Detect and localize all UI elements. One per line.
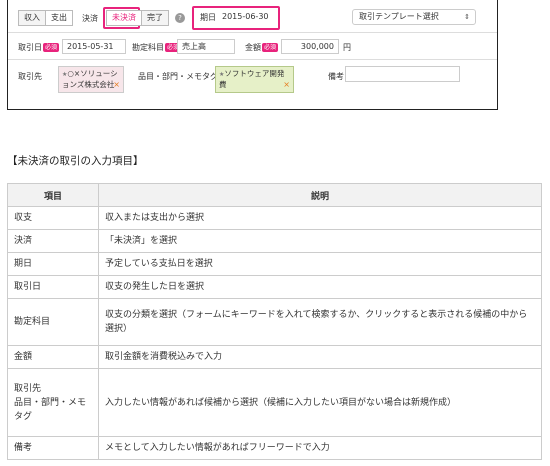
account-label: 勘定科目 必須	[132, 42, 182, 53]
table-cell-description: 予定している支払日を選択	[98, 252, 542, 276]
items-tag-text: ソフトウェア開発費	[219, 69, 285, 89]
amount-unit: 円	[343, 43, 351, 52]
items-tag[interactable]: ★ソフトウェア開発費 ×	[215, 66, 294, 93]
table-row: 期日 予定している支払日を選択	[7, 252, 542, 276]
divider	[8, 32, 497, 33]
expense-button[interactable]: 支出	[46, 10, 73, 26]
unsettled-button[interactable]: 未決済	[106, 10, 142, 26]
settlement-toggle: 未決済 完了	[106, 10, 169, 26]
amount-input[interactable]: 300,000	[281, 39, 339, 54]
partner-label: 取引先	[18, 72, 42, 81]
remove-icon[interactable]: ×	[283, 80, 290, 90]
table-cell-description: 収入または支出から選択	[98, 206, 542, 230]
note-label: 備考	[328, 72, 344, 81]
transaction-date-label-text: 取引日	[18, 43, 42, 52]
income-button[interactable]: 収入	[18, 10, 46, 26]
section-title: 【未決済の取引の入力項目】	[7, 155, 144, 167]
account-label-text: 勘定科目	[132, 43, 164, 52]
completed-button[interactable]: 完了	[142, 10, 169, 26]
question-circle-icon[interactable]: ?	[175, 13, 185, 23]
note-input[interactable]	[345, 66, 460, 82]
required-badge: 必須	[262, 43, 279, 52]
table-cell-item: 期日	[7, 252, 99, 276]
required-badge: 必須	[43, 43, 60, 52]
header-item: 項目	[7, 183, 99, 207]
type-toggle: 収入 支出	[18, 10, 73, 26]
table-row: 取引日 収支の発生した日を選択	[7, 275, 542, 299]
template-select-label: 取引テンプレート選択	[359, 12, 439, 21]
settlement-label: 決済	[82, 14, 98, 23]
template-select[interactable]: 取引テンプレート選択 ⇕	[352, 9, 476, 25]
table-cell-item: 金額	[7, 345, 99, 369]
table-row: 勘定科目 収支の分類を選択（フォームにキーワードを入れて検索するか、クリックする…	[7, 298, 542, 346]
table-cell-description: 収支の発生した日を選択	[98, 275, 542, 299]
table-row: 金額 取引金額を消費税込みで入力	[7, 345, 542, 369]
table-cell-item: 決済	[7, 229, 99, 253]
table-cell-description: 「未決済」を選択	[98, 229, 542, 253]
transaction-form: 収入 支出 決済 未決済 完了 ? 期日 2015-06-30 取引テンプレート…	[7, 0, 498, 110]
account-input[interactable]: 売上高	[177, 39, 235, 54]
table-cell-item: 収支	[7, 206, 99, 230]
table-cell-description: 取引金額を消費税込みで入力	[98, 345, 542, 369]
table-row: 備考 メモとして入力したい情報があればフリーワードで入力	[7, 436, 542, 460]
table-cell-description: 入力したい情報があれば候補から選択（候補に入力したい項目がない場合は新規作成）	[98, 368, 542, 437]
fields-table: 項目 説明 収支 収入または支出から選択 決済 「未決済」を選択 期日 予定して…	[7, 183, 542, 460]
header-description: 説明	[98, 183, 542, 207]
table-row: 収支 収入または支出から選択	[7, 206, 542, 230]
remove-icon[interactable]: ×	[113, 80, 120, 90]
table-cell-item: 勘定科目	[7, 298, 99, 346]
table-cell-item: 取引先 品目・部門・メモタグ	[7, 368, 99, 437]
due-date-label: 期日	[200, 13, 216, 22]
table-cell-description: メモとして入力したい情報があればフリーワードで入力	[98, 436, 542, 460]
divider	[8, 59, 497, 60]
amount-label-text: 金額	[245, 43, 261, 52]
partner-tag[interactable]: ★○×ソリューションズ株式会社 ×	[58, 66, 124, 93]
due-date-input[interactable]: 2015-06-30	[218, 10, 274, 25]
partner-tag-text: ○×ソリューションズ株式会社	[62, 69, 118, 89]
transaction-date-label: 取引日 必須	[18, 42, 60, 53]
table-cell-description: 収支の分類を選択（フォームにキーワードを入れて検索するか、クリックすると表示され…	[98, 298, 542, 346]
table-cell-item: 取引日	[7, 275, 99, 299]
updown-caret-icon: ⇕	[464, 13, 470, 21]
table-row: 取引先 品目・部門・メモタグ 入力したい情報があれば候補から選択（候補に入力した…	[7, 368, 542, 437]
table-row: 決済 「未決済」を選択	[7, 229, 542, 253]
transaction-date-input[interactable]: 2015-05-31	[62, 39, 126, 54]
table-cell-item: 備考	[7, 436, 99, 460]
amount-label: 金額 必須	[245, 42, 279, 53]
items-label: 品目・部門・メモタグ	[138, 72, 218, 81]
